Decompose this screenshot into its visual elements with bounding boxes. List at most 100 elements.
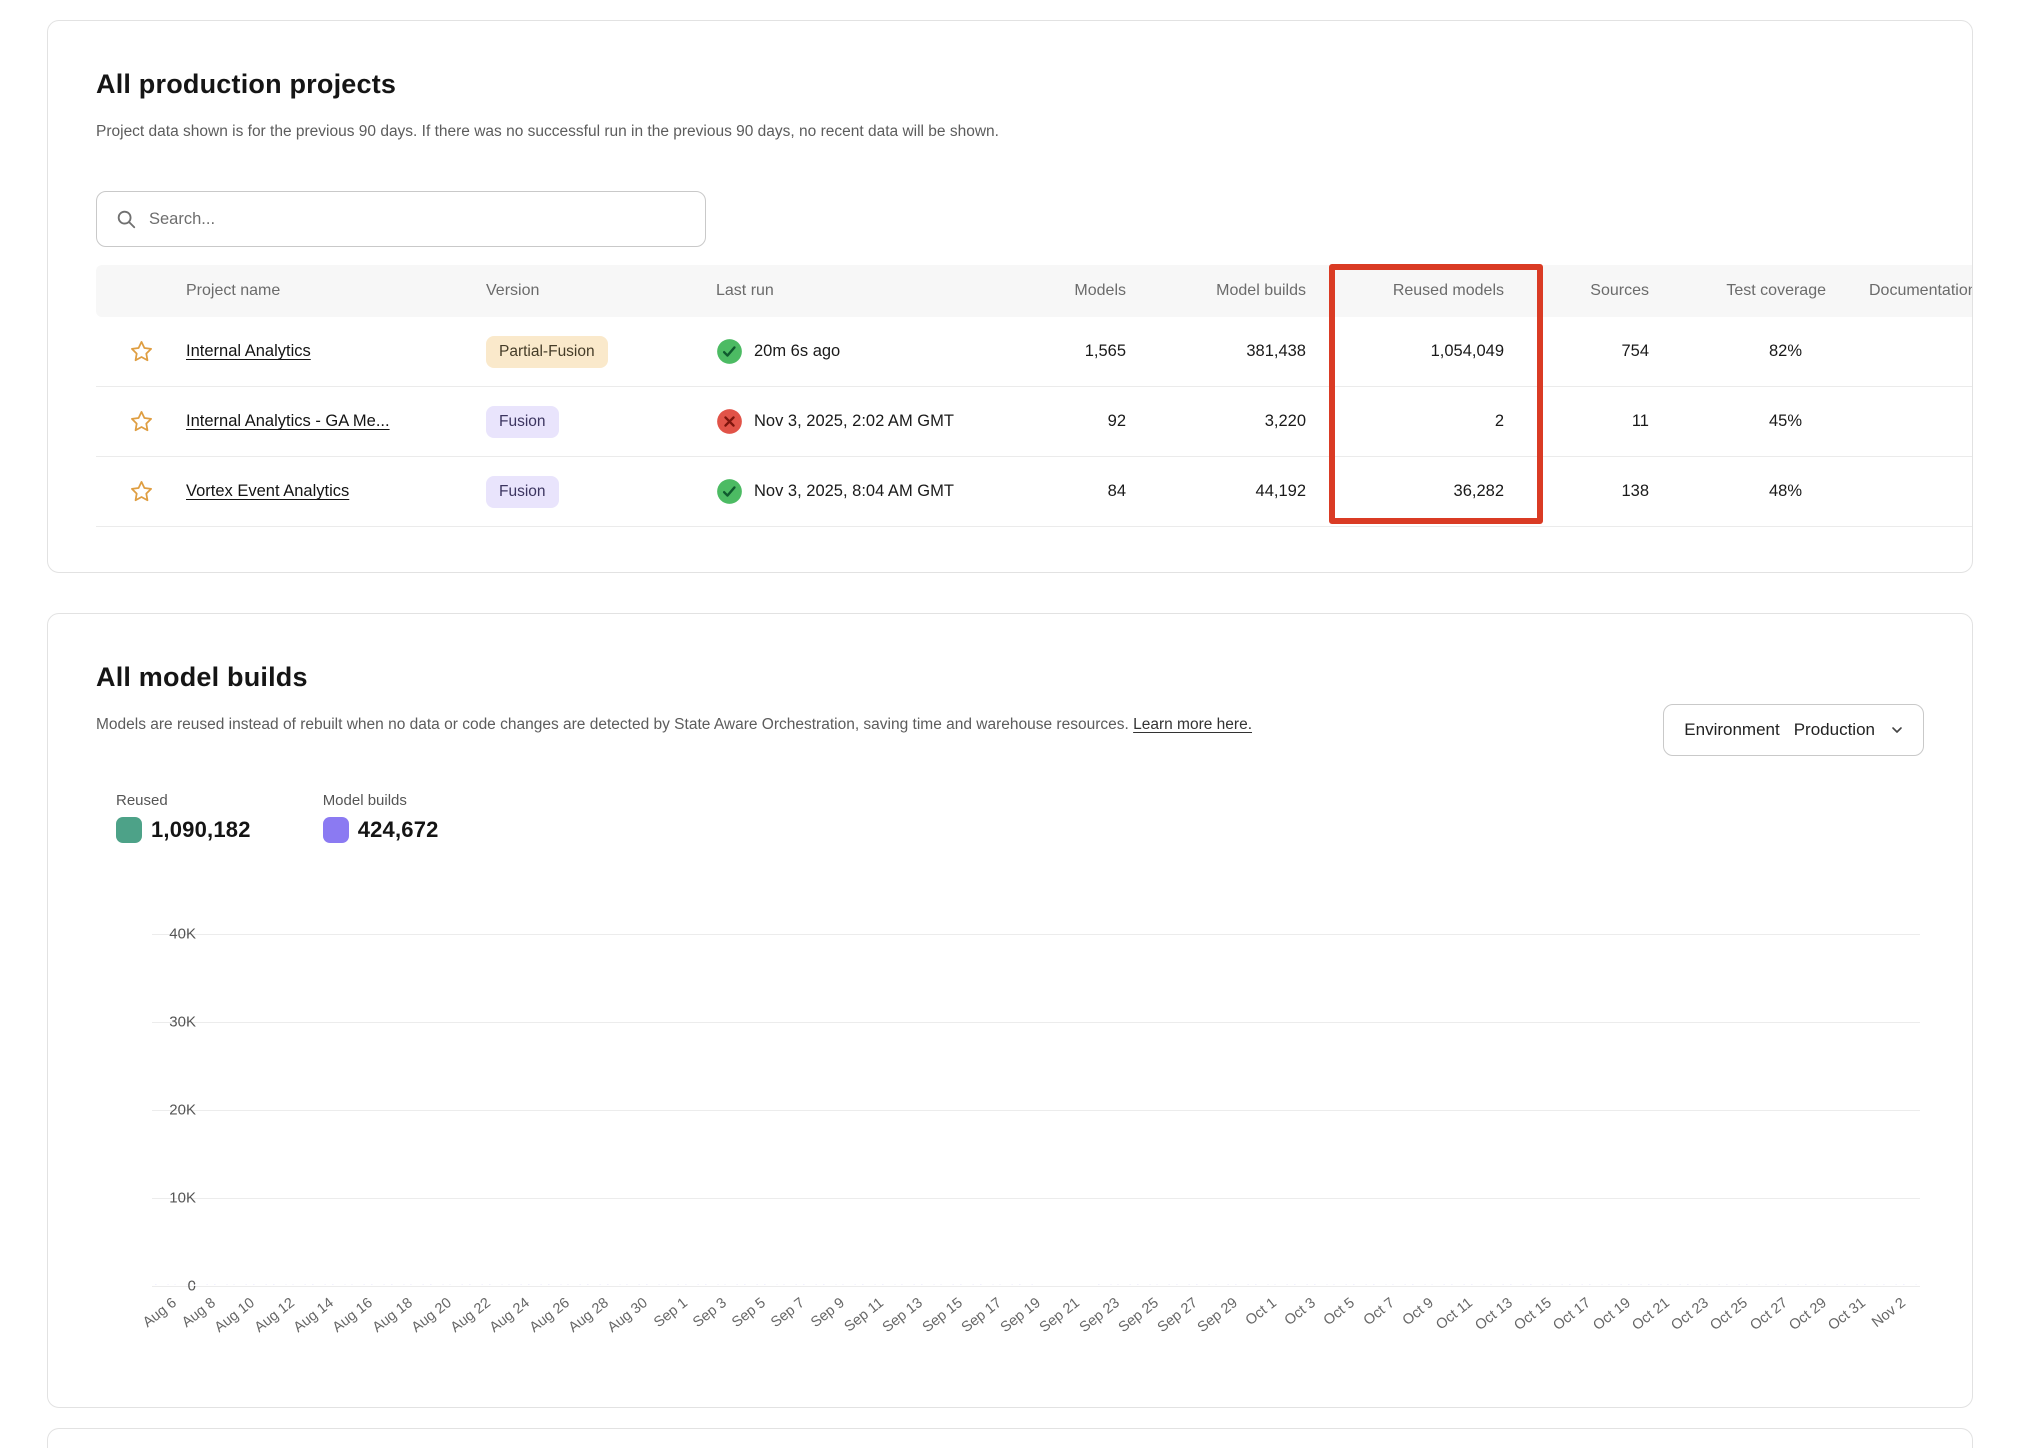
col-version[interactable]: Version bbox=[486, 282, 716, 300]
bar-oct-4[interactable] bbox=[1311, 934, 1331, 1286]
project-name-link[interactable]: Vortex Event Analytics bbox=[186, 482, 349, 500]
bar-oct-16[interactable] bbox=[1546, 934, 1566, 1286]
bar-sep-4[interactable] bbox=[722, 934, 742, 1286]
bar-oct-18[interactable] bbox=[1586, 934, 1606, 1286]
bar-sep-17[interactable] bbox=[977, 934, 997, 1286]
bar-aug-23[interactable] bbox=[486, 934, 506, 1286]
bar-oct-9[interactable] bbox=[1409, 934, 1429, 1286]
bar-sep-24[interactable] bbox=[1114, 934, 1134, 1286]
bar-oct-10[interactable] bbox=[1429, 934, 1449, 1286]
bar-sep-27[interactable] bbox=[1173, 934, 1193, 1286]
bar-sep-19[interactable] bbox=[1016, 934, 1036, 1286]
col-documentation[interactable]: Documentation bbox=[1834, 282, 1972, 300]
bar-aug-17[interactable] bbox=[368, 934, 388, 1286]
bar-sep-7[interactable] bbox=[781, 934, 801, 1286]
bar-sep-11[interactable] bbox=[859, 934, 879, 1286]
bar-nov-1[interactable] bbox=[1861, 934, 1881, 1286]
bar-aug-30[interactable] bbox=[623, 934, 643, 1286]
bar-sep-2[interactable] bbox=[682, 934, 702, 1286]
bar-sep-21[interactable] bbox=[1055, 934, 1075, 1286]
bar-sep-16[interactable] bbox=[957, 934, 977, 1286]
bar-sep-30[interactable] bbox=[1232, 934, 1252, 1286]
bar-sep-13[interactable] bbox=[898, 934, 918, 1286]
search-input[interactable] bbox=[149, 210, 687, 229]
bar-oct-29[interactable] bbox=[1802, 934, 1822, 1286]
bar-sep-15[interactable] bbox=[938, 934, 958, 1286]
bar-aug-18[interactable] bbox=[388, 934, 408, 1286]
favorite-star-icon[interactable] bbox=[96, 339, 186, 364]
bar-sep-1[interactable] bbox=[663, 934, 683, 1286]
bar-aug-8[interactable] bbox=[191, 934, 211, 1286]
project-name-link[interactable]: Internal Analytics bbox=[186, 342, 311, 360]
bar-sep-8[interactable] bbox=[800, 934, 820, 1286]
project-name-link[interactable]: Internal Analytics - GA Me... bbox=[186, 412, 390, 430]
bar-oct-15[interactable] bbox=[1527, 934, 1547, 1286]
bar-aug-12[interactable] bbox=[270, 934, 290, 1286]
col-models[interactable]: Models bbox=[1011, 282, 1126, 300]
bar-aug-26[interactable] bbox=[545, 934, 565, 1286]
bar-sep-28[interactable] bbox=[1193, 934, 1213, 1286]
bar-sep-9[interactable] bbox=[820, 934, 840, 1286]
bar-nov-3[interactable] bbox=[1900, 934, 1920, 1286]
bar-aug-14[interactable] bbox=[309, 934, 329, 1286]
bar-aug-11[interactable] bbox=[250, 934, 270, 1286]
col-reused-models[interactable]: Reused models bbox=[1306, 282, 1504, 300]
bar-sep-12[interactable] bbox=[879, 934, 899, 1286]
bar-oct-2[interactable] bbox=[1272, 934, 1292, 1286]
bar-oct-14[interactable] bbox=[1507, 934, 1527, 1286]
bar-aug-31[interactable] bbox=[643, 934, 663, 1286]
bar-oct-1[interactable] bbox=[1252, 934, 1272, 1286]
bar-aug-13[interactable] bbox=[289, 934, 309, 1286]
bar-aug-29[interactable] bbox=[604, 934, 624, 1286]
bar-oct-21[interactable] bbox=[1645, 934, 1665, 1286]
bar-aug-15[interactable] bbox=[329, 934, 349, 1286]
col-test-coverage[interactable]: Test coverage bbox=[1649, 282, 1834, 300]
bar-aug-24[interactable] bbox=[506, 934, 526, 1286]
bar-nov-2[interactable] bbox=[1880, 934, 1900, 1286]
bar-sep-14[interactable] bbox=[918, 934, 938, 1286]
bar-sep-29[interactable] bbox=[1213, 934, 1233, 1286]
bar-sep-25[interactable] bbox=[1134, 934, 1154, 1286]
bar-sep-5[interactable] bbox=[741, 934, 761, 1286]
bar-aug-27[interactable] bbox=[564, 934, 584, 1286]
bar-aug-28[interactable] bbox=[584, 934, 604, 1286]
bar-oct-31[interactable] bbox=[1841, 934, 1861, 1286]
bar-sep-6[interactable] bbox=[761, 934, 781, 1286]
learn-more-link[interactable]: Learn more here. bbox=[1133, 716, 1252, 733]
bar-sep-22[interactable] bbox=[1075, 934, 1095, 1286]
bar-oct-7[interactable] bbox=[1370, 934, 1390, 1286]
bar-oct-5[interactable] bbox=[1330, 934, 1350, 1286]
bar-aug-19[interactable] bbox=[407, 934, 427, 1286]
bar-oct-24[interactable] bbox=[1704, 934, 1724, 1286]
bar-aug-6[interactable] bbox=[152, 934, 172, 1286]
bar-aug-16[interactable] bbox=[348, 934, 368, 1286]
bar-aug-25[interactable] bbox=[525, 934, 545, 1286]
bar-aug-21[interactable] bbox=[447, 934, 467, 1286]
bar-aug-10[interactable] bbox=[231, 934, 251, 1286]
col-sources[interactable]: Sources bbox=[1504, 282, 1649, 300]
bar-sep-10[interactable] bbox=[839, 934, 859, 1286]
bar-aug-7[interactable] bbox=[172, 934, 192, 1286]
environment-select[interactable]: Environment Production bbox=[1663, 704, 1924, 756]
col-last-run[interactable]: Last run bbox=[716, 282, 1011, 300]
bar-oct-26[interactable] bbox=[1743, 934, 1763, 1286]
bar-oct-17[interactable] bbox=[1566, 934, 1586, 1286]
bar-aug-20[interactable] bbox=[427, 934, 447, 1286]
bar-oct-8[interactable] bbox=[1389, 934, 1409, 1286]
bar-sep-26[interactable] bbox=[1154, 934, 1174, 1286]
bar-oct-19[interactable] bbox=[1605, 934, 1625, 1286]
bar-oct-25[interactable] bbox=[1723, 934, 1743, 1286]
col-project-name[interactable]: Project name bbox=[186, 282, 486, 300]
favorite-star-icon[interactable] bbox=[96, 409, 186, 434]
favorite-star-icon[interactable] bbox=[96, 479, 186, 504]
bar-aug-22[interactable] bbox=[466, 934, 486, 1286]
bar-oct-22[interactable] bbox=[1664, 934, 1684, 1286]
bar-oct-23[interactable] bbox=[1684, 934, 1704, 1286]
bar-oct-6[interactable] bbox=[1350, 934, 1370, 1286]
bar-sep-23[interactable] bbox=[1095, 934, 1115, 1286]
bar-oct-12[interactable] bbox=[1468, 934, 1488, 1286]
col-model-builds[interactable]: Model builds bbox=[1126, 282, 1306, 300]
bar-sep-18[interactable] bbox=[997, 934, 1017, 1286]
bar-aug-9[interactable] bbox=[211, 934, 231, 1286]
bar-oct-20[interactable] bbox=[1625, 934, 1645, 1286]
